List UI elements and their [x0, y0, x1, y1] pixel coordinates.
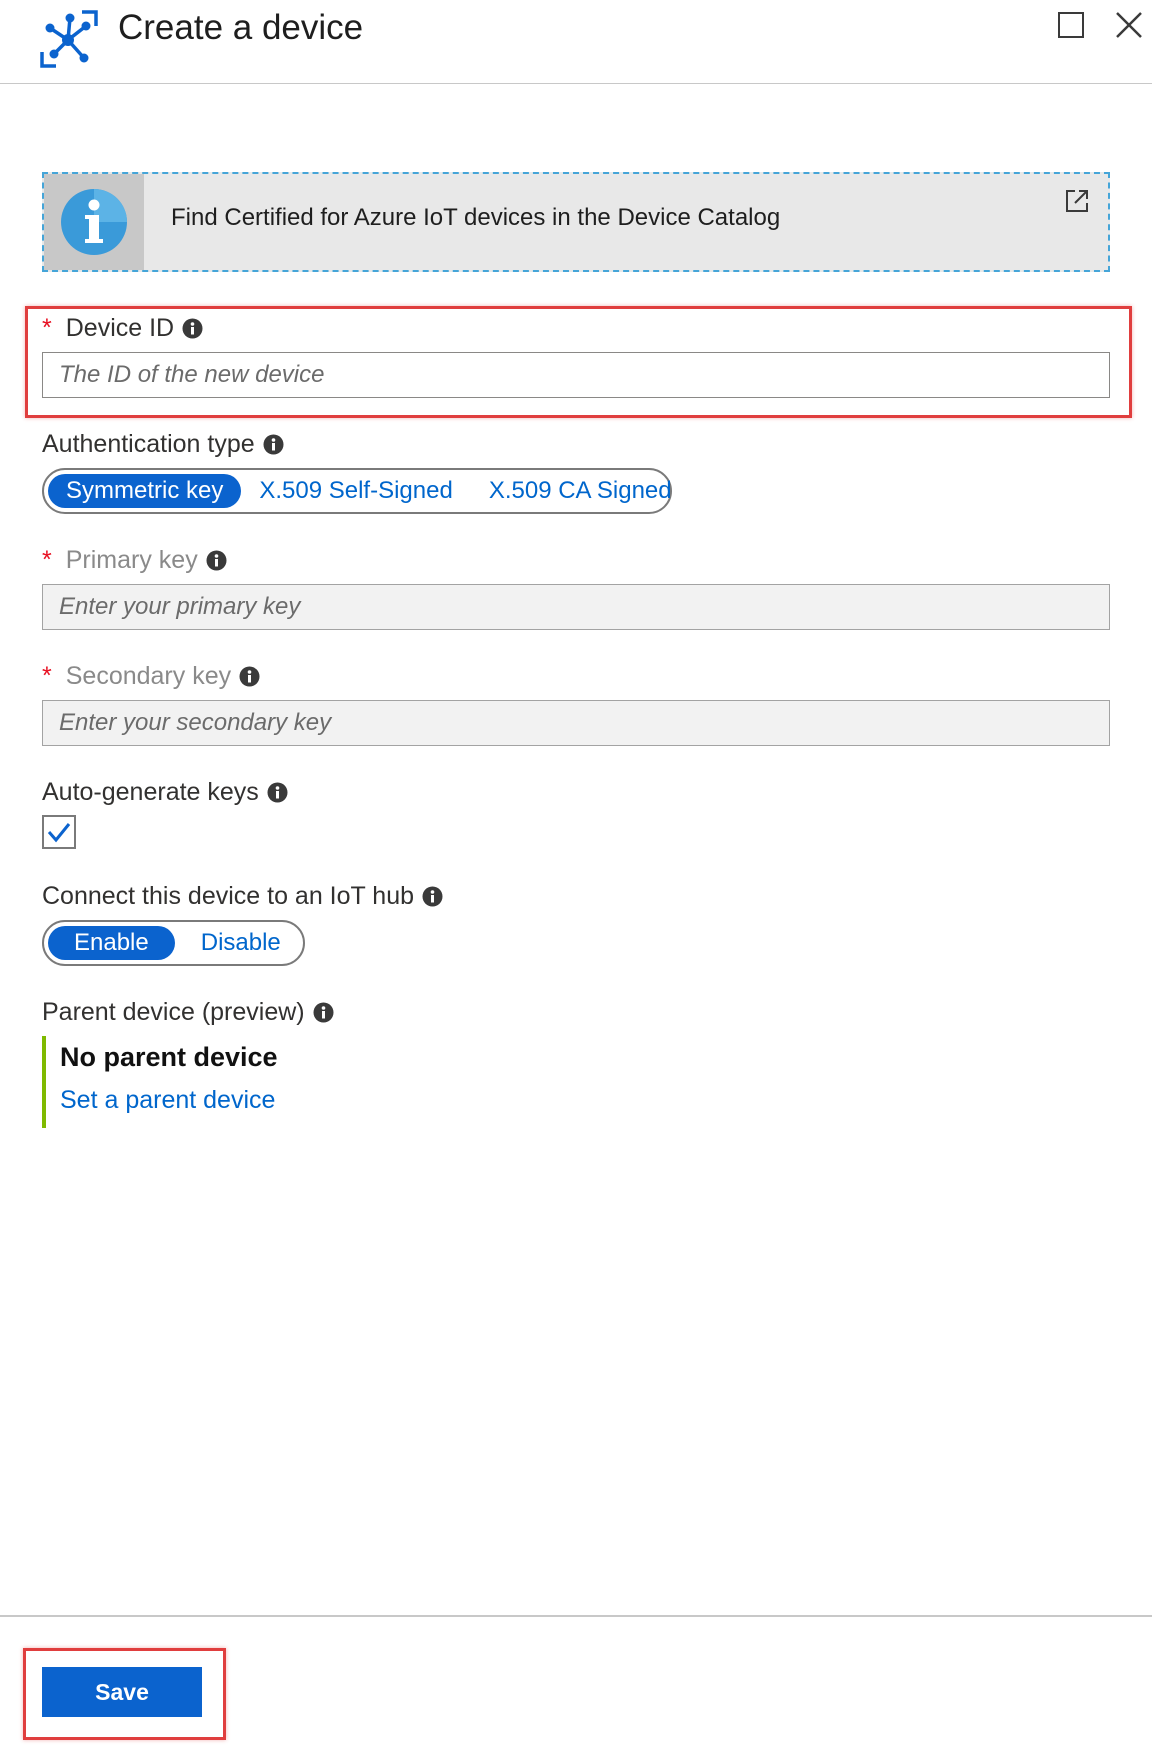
info-icon[interactable]	[267, 782, 288, 803]
info-icon[interactable]	[182, 318, 203, 339]
set-parent-device-link[interactable]: Set a parent device	[60, 1086, 275, 1115]
external-link-icon[interactable]	[1064, 188, 1090, 214]
required-indicator: *	[42, 314, 52, 342]
secondary-key-label: * Secondary key	[42, 662, 260, 691]
secondary-key-label-text: Secondary key	[65, 662, 232, 690]
parent-device-value: No parent device	[60, 1042, 278, 1072]
info-icon[interactable]	[206, 550, 227, 571]
auth-type-label: Authentication type	[42, 430, 284, 459]
auth-option-x509-self-signed[interactable]: X.509 Self-Signed	[241, 474, 470, 508]
maximize-icon[interactable]	[1058, 12, 1084, 38]
connect-hub-label: Connect this device to an IoT hub	[42, 882, 443, 911]
connect-hub-label-text: Connect this device to an IoT hub	[42, 882, 414, 910]
save-button[interactable]: Save	[42, 1667, 202, 1717]
parent-device-accent-bar	[42, 1036, 46, 1128]
connect-option-enable[interactable]: Enable	[48, 926, 175, 960]
primary-key-label-text: Primary key	[65, 546, 198, 574]
info-icon	[61, 189, 127, 255]
close-icon[interactable]	[1114, 10, 1144, 40]
device-catalog-banner[interactable]: Find Certified for Azure IoT devices in …	[42, 172, 1110, 272]
footer-divider	[0, 1615, 1152, 1617]
connect-option-disable[interactable]: Disable	[175, 926, 307, 960]
device-id-input[interactable]	[42, 352, 1110, 398]
primary-key-input[interactable]	[42, 584, 1110, 630]
required-indicator: *	[42, 546, 52, 574]
connect-hub-toggle: Enable Disable	[42, 920, 305, 966]
auto-generate-checkbox[interactable]	[42, 815, 76, 849]
info-icon[interactable]	[239, 666, 260, 687]
banner-icon-container	[44, 174, 144, 270]
device-id-label: * Device ID	[42, 314, 203, 343]
auto-generate-label-text: Auto-generate keys	[42, 778, 259, 806]
page-title: Create a device	[118, 8, 364, 47]
auth-type-label-text: Authentication type	[42, 430, 255, 458]
auth-option-x509-ca-signed[interactable]: X.509 CA Signed	[471, 474, 690, 508]
info-icon[interactable]	[263, 434, 284, 455]
device-id-label-text: Device ID	[65, 314, 175, 342]
iot-device-icon	[40, 10, 98, 68]
parent-device-label-text: Parent device (preview)	[42, 998, 305, 1026]
parent-device-label: Parent device (preview)	[42, 998, 334, 1027]
auto-generate-label: Auto-generate keys	[42, 778, 288, 807]
checkmark-icon	[47, 823, 71, 843]
info-icon[interactable]	[422, 886, 443, 907]
banner-text: Find Certified for Azure IoT devices in …	[171, 204, 781, 231]
info-icon[interactable]	[313, 1002, 334, 1023]
secondary-key-input[interactable]	[42, 700, 1110, 746]
required-indicator: *	[42, 662, 52, 690]
primary-key-label: * Primary key	[42, 546, 227, 575]
auth-option-symmetric-key[interactable]: Symmetric key	[48, 474, 242, 508]
auth-type-toggle: Symmetric key X.509 Self-Signed X.509 CA…	[42, 468, 672, 514]
